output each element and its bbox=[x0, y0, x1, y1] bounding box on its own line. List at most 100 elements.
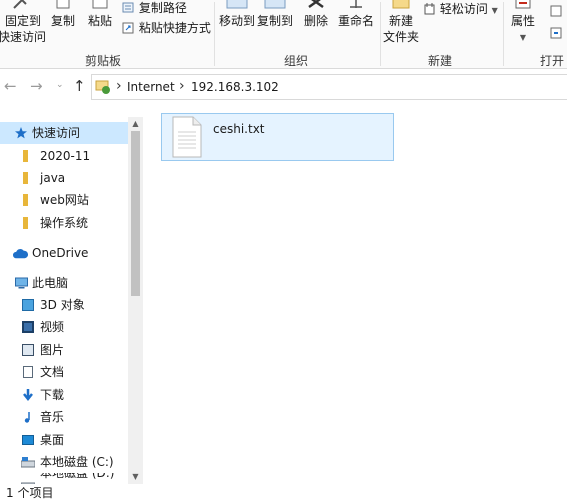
copy-to-label: 复制到 bbox=[256, 14, 293, 28]
rename-button[interactable]: 重命名 bbox=[336, 0, 376, 48]
nav-item-label: 本地磁盘 (D:) bbox=[40, 473, 115, 480]
star-icon bbox=[15, 127, 27, 139]
nav-desktop[interactable]: 桌面 bbox=[0, 429, 128, 451]
properties-button[interactable]: 属性 ▼ bbox=[507, 0, 539, 48]
nav-local-disk-c[interactable]: 本地磁盘 (C:) bbox=[0, 451, 128, 473]
copy-icon bbox=[56, 0, 70, 9]
file-item-ceshi[interactable]: ceshi.txt bbox=[161, 113, 394, 161]
nav-item-label: 音乐 bbox=[40, 410, 65, 424]
copy-path-label: 复制路径 bbox=[138, 1, 187, 15]
copy-to-icon bbox=[264, 0, 286, 9]
edit-icon[interactable] bbox=[549, 4, 563, 18]
nav-folder-web[interactable]: web网站 bbox=[0, 189, 128, 211]
clipboard-group-label: 剪贴板 bbox=[84, 54, 121, 68]
new-folder-button[interactable]: 新建 文件夹 bbox=[383, 0, 419, 48]
rename-icon bbox=[350, 0, 362, 8]
nav-quick-access-label: 快速访问 bbox=[32, 126, 81, 140]
breadcrumb-internet[interactable]: Internet bbox=[127, 80, 175, 94]
organize-group-label: 组织 bbox=[283, 54, 308, 68]
new-folder-icon bbox=[392, 0, 410, 9]
nav-this-pc[interactable]: 此电脑 bbox=[0, 272, 128, 294]
file-name: ceshi.txt bbox=[213, 122, 265, 136]
back-arrow-icon[interactable]: ← bbox=[4, 77, 17, 95]
scroll-up-arrow-icon[interactable]: ▲ bbox=[128, 117, 143, 131]
pin-label-line1: 固定到 bbox=[4, 14, 41, 28]
move-to-icon bbox=[226, 0, 248, 9]
properties-icon bbox=[515, 0, 531, 9]
delete-button[interactable]: 删除 bbox=[302, 0, 330, 48]
nav-this-pc-label: 此电脑 bbox=[32, 276, 69, 290]
copy-label: 复制 bbox=[50, 14, 75, 28]
nav-folder-2020-11[interactable]: 2020-11 bbox=[0, 145, 128, 167]
nav-onedrive[interactable]: OneDrive bbox=[0, 242, 128, 264]
nav-scrollbar[interactable]: ▲ ▼ bbox=[128, 117, 143, 484]
download-arrow-icon bbox=[23, 389, 33, 401]
ribbon-separator bbox=[380, 2, 381, 66]
paste-shortcut-button[interactable]: 粘贴快捷方式 bbox=[122, 20, 211, 36]
copy-to-button[interactable]: 复制到 bbox=[256, 0, 294, 48]
pin-label-line2: 快速访问 bbox=[0, 30, 47, 44]
copy-path-button[interactable]: 复制路径 bbox=[122, 0, 187, 16]
move-to-label: 移动到 bbox=[218, 14, 255, 28]
nav-item-label: 视频 bbox=[40, 320, 65, 334]
paste-shortcut-label: 粘贴快捷方式 bbox=[138, 21, 211, 35]
nav-item-label: 2020-11 bbox=[40, 149, 91, 163]
rename-label: 重命名 bbox=[337, 14, 374, 28]
forward-arrow-icon[interactable]: → bbox=[30, 77, 43, 95]
text-file-icon bbox=[172, 116, 202, 158]
desktop-icon bbox=[22, 435, 34, 445]
nav-downloads[interactable]: 下载 bbox=[0, 384, 128, 406]
picture-icon bbox=[22, 344, 34, 356]
breadcrumb-host[interactable]: 192.168.3.102 bbox=[191, 80, 279, 94]
move-to-button[interactable]: 移动到 bbox=[218, 0, 256, 48]
new-folder-label-line2: 文件夹 bbox=[383, 30, 420, 44]
recent-locations-chevron-icon[interactable]: ⌄ bbox=[56, 80, 64, 90]
nav-onedrive-label: OneDrive bbox=[32, 246, 89, 260]
easy-access-button[interactable]: 轻松访问 ▼ bbox=[423, 1, 498, 19]
folder-icon bbox=[23, 172, 28, 184]
nav-item-label: 本地磁盘 (C:) bbox=[40, 455, 114, 469]
pin-to-quick-access-button[interactable]: 固定到 快速访问 bbox=[0, 0, 46, 48]
breadcrumb-separator: › bbox=[116, 78, 122, 94]
address-bar[interactable]: › Internet › 192.168.3.102 bbox=[91, 74, 567, 100]
scroll-down-arrow-icon[interactable]: ▼ bbox=[128, 470, 143, 484]
nav-documents[interactable]: 文档 bbox=[0, 361, 128, 383]
new-group-label: 新建 bbox=[427, 54, 452, 68]
nav-music[interactable]: 音乐 bbox=[0, 406, 128, 428]
network-location-icon bbox=[95, 80, 110, 94]
copy-button[interactable]: 复制 bbox=[49, 0, 77, 48]
video-icon bbox=[22, 321, 34, 333]
new-folder-label-line1: 新建 bbox=[388, 14, 413, 28]
paste-button[interactable]: 粘贴 bbox=[86, 0, 114, 48]
chevron-down-icon: ▼ bbox=[519, 33, 527, 42]
document-icon bbox=[23, 366, 33, 378]
easy-access-icon bbox=[424, 3, 435, 15]
nav-item-label: 操作系统 bbox=[40, 216, 89, 230]
nav-quick-access[interactable]: 快速访问 bbox=[0, 122, 128, 144]
paste-shortcut-icon bbox=[122, 22, 134, 34]
folder-icon bbox=[23, 150, 28, 162]
copy-path-icon bbox=[122, 2, 134, 13]
ribbon-separator bbox=[503, 2, 504, 66]
nav-local-disk-d-partial[interactable]: 本地磁盘 (D:) bbox=[0, 473, 128, 484]
nav-pictures[interactable]: 图片 bbox=[0, 339, 128, 361]
nav-folder-os[interactable]: 操作系统 bbox=[0, 212, 128, 234]
paste-label: 粘贴 bbox=[87, 14, 112, 28]
properties-label: 属性 bbox=[510, 14, 535, 28]
nav-folder-java[interactable]: java bbox=[0, 167, 128, 189]
nav-item-label: 图片 bbox=[40, 343, 65, 357]
nav-3d-objects[interactable]: 3D 对象 bbox=[0, 294, 128, 316]
folder-icon bbox=[23, 217, 28, 229]
scroll-thumb[interactable] bbox=[131, 131, 140, 296]
delete-icon bbox=[308, 0, 324, 9]
history-icon[interactable] bbox=[549, 26, 563, 40]
nav-item-label: 桌面 bbox=[40, 433, 65, 447]
up-arrow-icon[interactable]: ↑ bbox=[73, 77, 86, 95]
ribbon-separator bbox=[214, 2, 215, 66]
folder-icon bbox=[23, 194, 28, 206]
nav-item-label: 文档 bbox=[40, 365, 65, 379]
status-item-count: 1 个项目 bbox=[6, 486, 54, 500]
pin-icon bbox=[13, 0, 27, 9]
nav-videos[interactable]: 视频 bbox=[0, 316, 128, 338]
open-group-label: 打开 bbox=[540, 54, 565, 68]
